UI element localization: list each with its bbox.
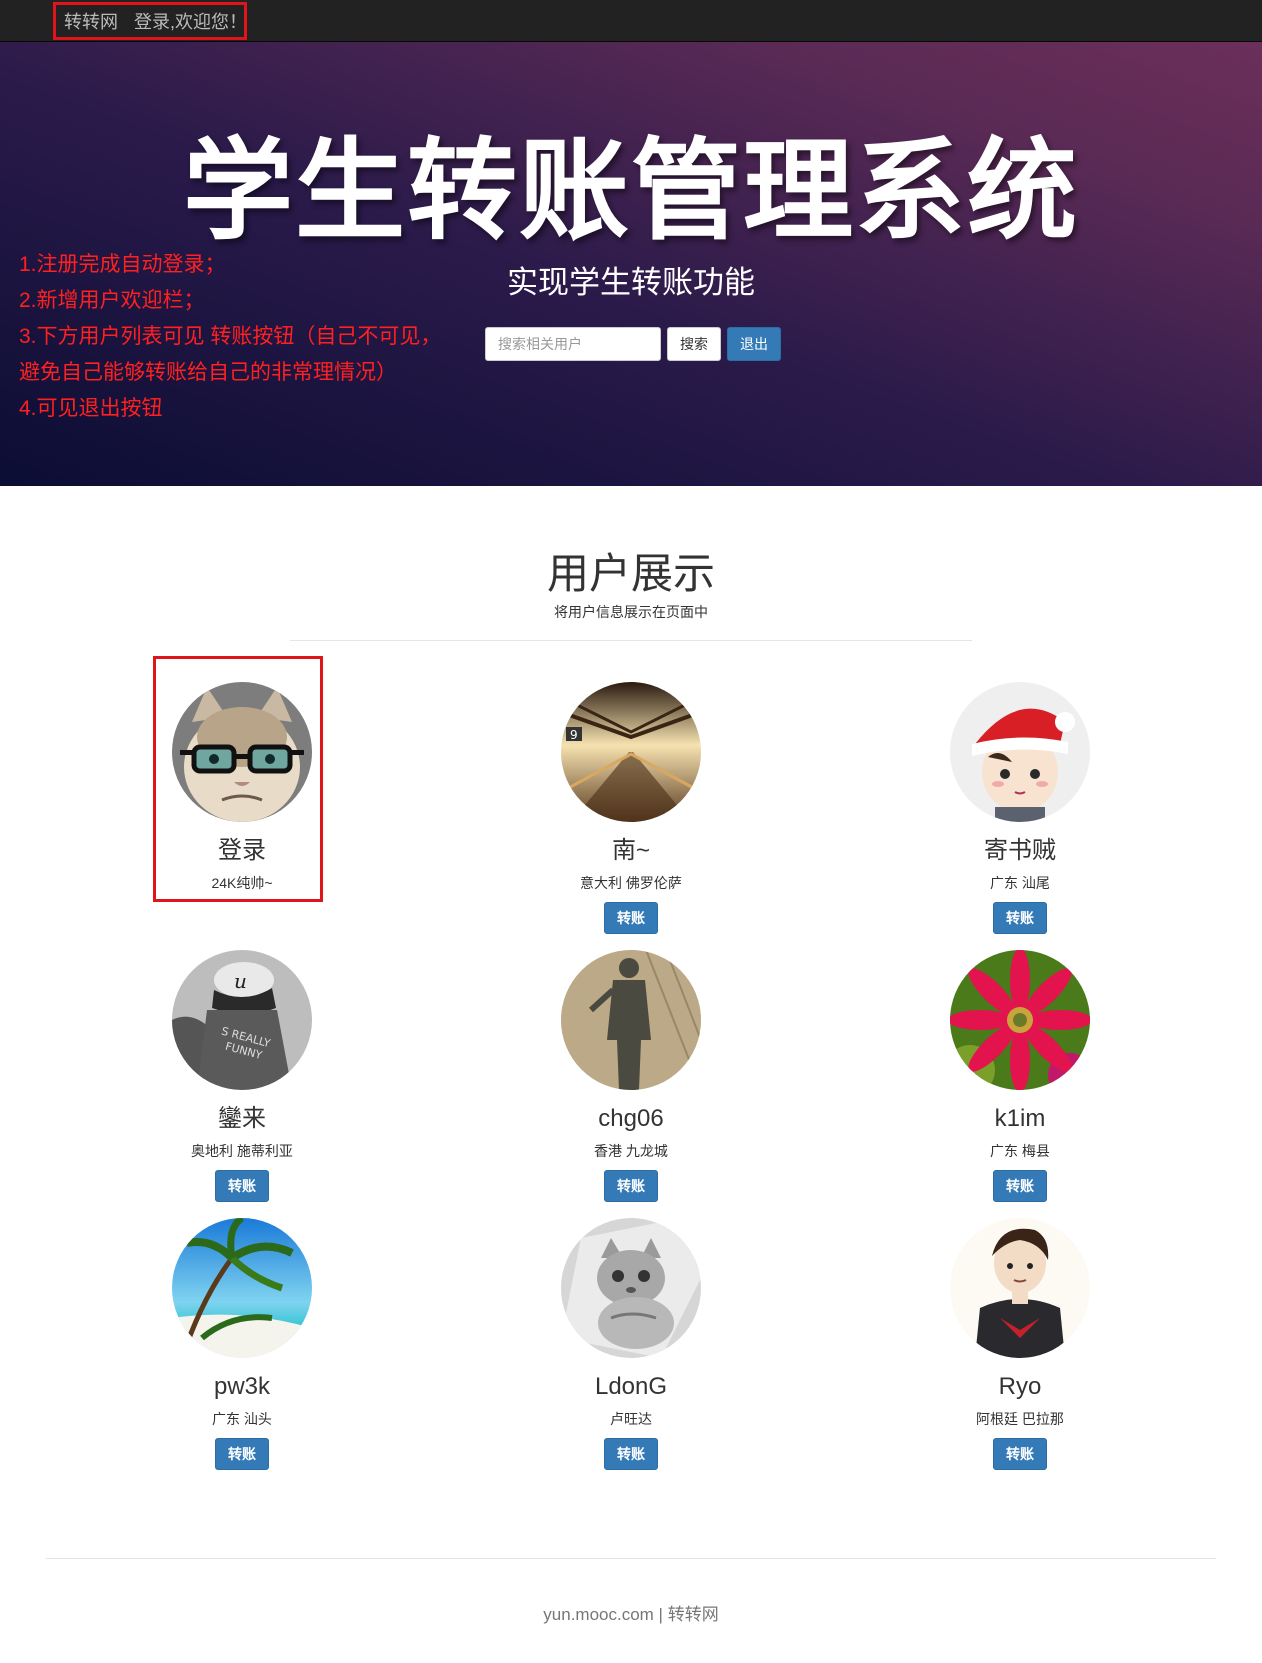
hero-banner: 学生转账管理系统 实现学生转账功能 1.注册完成自动登录； 2.新增用户欢迎栏；… xyxy=(0,42,1262,486)
transfer-button[interactable]: 转账 xyxy=(604,902,658,934)
user-card: 9 南~ 意大利 佛罗伦萨 转账 xyxy=(501,682,761,934)
search-input[interactable] xyxy=(485,327,661,361)
top-navbar: 转转网 登录,欢迎您！ xyxy=(0,0,1262,42)
section-subtitle: 将用户信息展示在页面中 xyxy=(554,604,708,620)
logout-button[interactable]: 退出 xyxy=(727,327,781,361)
svg-text:9: 9 xyxy=(570,728,578,742)
annotation-note: 1.注册完成自动登录； xyxy=(19,253,226,276)
annotation-notes: 1.注册完成自动登录； 2.新增用户欢迎栏； 3.下方用户列表可见 转账按钮（自… xyxy=(19,247,441,427)
transfer-button[interactable]: 转账 xyxy=(215,1438,269,1470)
transfer-button[interactable]: 转账 xyxy=(604,1438,658,1470)
welcome-bar-highlight: 转转网 登录,欢迎您！ xyxy=(53,2,247,40)
user-location: 香港 九龙城 xyxy=(594,1143,668,1159)
train-station-avatar[interactable]: 9 xyxy=(561,682,701,822)
user-card: chg06 香港 九龙城 转账 xyxy=(501,950,761,1202)
svg-text:u: u xyxy=(234,969,247,993)
user-location: 广东 梅县 xyxy=(990,1143,1050,1159)
search-button[interactable]: 搜索 xyxy=(667,327,721,361)
user-location: 意大利 佛罗伦萨 xyxy=(580,875,682,891)
user-name: Ryo xyxy=(998,1373,1042,1400)
user-name: 寄书贼 xyxy=(984,837,1056,864)
annotation-note: 避免自己能够转账给自己的非常理情况） xyxy=(19,361,397,384)
transfer-button[interactable]: 转账 xyxy=(993,1438,1047,1470)
kitten-avatar[interactable] xyxy=(561,1218,701,1358)
transfer-button[interactable]: 转账 xyxy=(215,1170,269,1202)
user-location: 奥地利 施蒂利亚 xyxy=(191,1143,293,1159)
user-location: 广东 汕尾 xyxy=(990,875,1050,891)
transfer-button[interactable]: 转账 xyxy=(993,902,1047,934)
user-location: 阿根廷 巴拉那 xyxy=(976,1411,1064,1427)
user-card: Ryo 阿根廷 巴拉那 转账 xyxy=(890,1218,1150,1470)
user-location: 24K纯帅~ xyxy=(211,875,273,891)
user-location: 广东 汕头 xyxy=(212,1411,272,1427)
user-card: 登录 24K纯帅~ xyxy=(112,682,372,892)
user-name: chg06 xyxy=(598,1105,664,1132)
footer-divider xyxy=(46,1558,1216,1559)
transfer-button[interactable]: 转账 xyxy=(993,1170,1047,1202)
annotation-note: 4.可见退出按钮 xyxy=(19,397,163,420)
user-name: pw3k xyxy=(213,1373,271,1400)
user-card: LdonG 卢旺达 转账 xyxy=(501,1218,761,1470)
grumpy-cat-avatar[interactable] xyxy=(172,682,312,822)
section-title: 用户展示 xyxy=(546,550,715,597)
user-name: 鑾来 xyxy=(218,1105,266,1132)
santa-hat-cartoon-avatar[interactable] xyxy=(950,682,1090,822)
palm-beach-avatar[interactable] xyxy=(172,1218,312,1358)
user-name: 登录 xyxy=(218,837,266,864)
annotation-note: 3.下方用户列表可见 转账按钮（自己不可见， xyxy=(19,325,442,348)
red-flower-avatar[interactable] xyxy=(950,950,1090,1090)
transfer-button[interactable]: 转账 xyxy=(604,1170,658,1202)
cap-girl-avatar[interactable]: u S REALLY FUNNY xyxy=(172,950,312,1090)
user-location: 卢旺达 xyxy=(610,1411,652,1427)
annotation-note: 2.新增用户欢迎栏； xyxy=(19,289,205,312)
search-form: 搜索 退出 xyxy=(485,327,781,361)
user-name: k1im xyxy=(994,1105,1046,1132)
cartoon-boy-avatar[interactable] xyxy=(950,1218,1090,1358)
page-title: 学生转账管理系统 xyxy=(183,130,1079,253)
footer-text: yun.mooc.com | 转转网 xyxy=(543,1605,719,1624)
user-card: u S REALLY FUNNY 鑾来 奥地利 施蒂利亚 转账 xyxy=(112,950,372,1202)
section-divider xyxy=(290,640,972,641)
welcome-text: 登录,欢迎您！ xyxy=(134,12,248,32)
user-name: LdonG xyxy=(594,1373,668,1400)
user-card: pw3k 广东 汕头 转账 xyxy=(112,1218,372,1470)
user-card: k1im 广东 梅县 转账 xyxy=(890,950,1150,1202)
user-name: 南~ xyxy=(611,837,650,864)
user-card: 寄书贼 广东 汕尾 转账 xyxy=(890,682,1150,934)
brand-link[interactable]: 转转网 xyxy=(64,8,118,34)
shadow-avatar[interactable] xyxy=(561,950,701,1090)
